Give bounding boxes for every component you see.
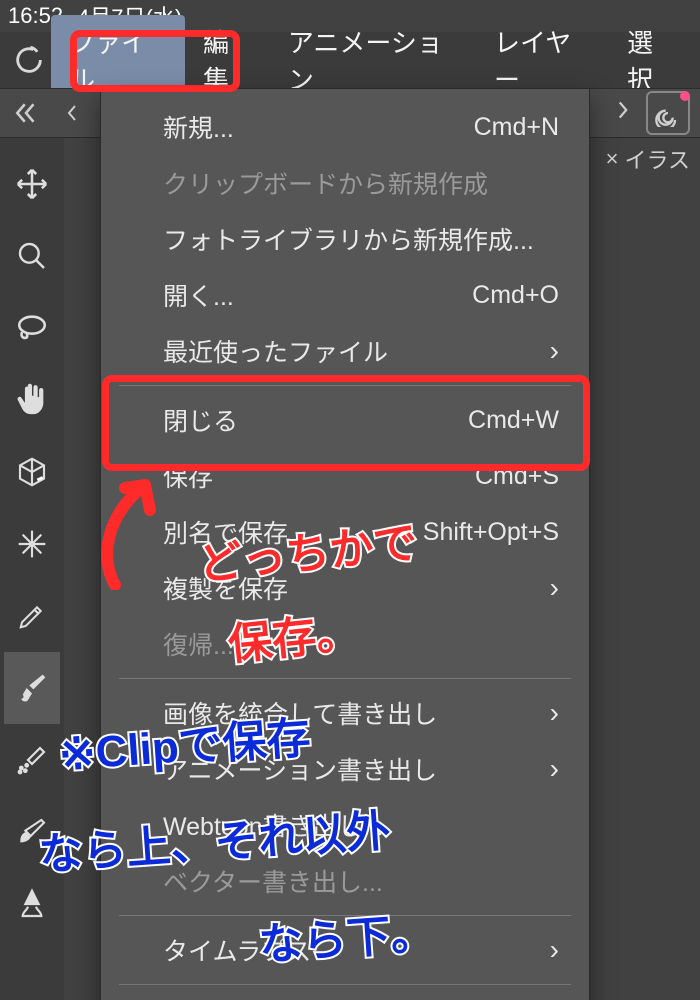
chevron-right-icon: ›: [550, 755, 559, 783]
dd-export-merged[interactable]: 画像を統合して書き出し ›: [101, 685, 589, 741]
dd-label: クリップボードから新規作成: [163, 165, 488, 201]
menu-layer-label: レイヤー: [494, 28, 571, 95]
dd-revert: 復帰...: [101, 616, 589, 672]
move-tool[interactable]: [4, 148, 60, 220]
chevron-right-icon: ›: [550, 936, 559, 964]
dd-new-from-photo[interactable]: フォトライブラリから新規作成...: [101, 211, 589, 267]
dd-shortcut: Cmd+N: [474, 113, 559, 142]
dd-save[interactable]: 保存 Cmd+S: [101, 448, 589, 504]
dd-export-animation[interactable]: アニメーション書き出し ›: [101, 741, 589, 797]
dd-separator: [119, 678, 571, 679]
paintbrush-tool[interactable]: [4, 796, 60, 868]
dd-label: 復帰...: [163, 626, 234, 662]
menu-select-label: 選択: [627, 28, 653, 95]
chevron-right-icon: ›: [550, 574, 559, 602]
pan-tool[interactable]: [4, 364, 60, 436]
dd-label: Webtoon書き出し...: [163, 807, 383, 843]
dd-new[interactable]: 新規... Cmd+N: [101, 99, 589, 155]
dd-open[interactable]: 開く... Cmd+O: [101, 267, 589, 323]
chevron-left-left-icon[interactable]: [6, 93, 46, 133]
dd-label: 閉じる: [163, 402, 238, 438]
dd-shortcut: Cmd+O: [472, 281, 559, 310]
dd-import[interactable]: 読み込み ›: [101, 991, 589, 1000]
menu-edit-label: 編集: [203, 28, 229, 95]
dd-export-webtoon[interactable]: Webtoon書き出し...: [101, 797, 589, 853]
dd-label: 別名で保存...: [163, 514, 309, 550]
dd-export-vector: ベクター書き出し...: [101, 853, 589, 909]
menu-file-label: ファイル: [69, 28, 147, 95]
chevron-right-icon: ›: [550, 699, 559, 727]
tool-sidebar: [0, 138, 64, 1000]
dd-close[interactable]: 閉じる Cmd+W: [101, 392, 589, 448]
ink-tool[interactable]: [4, 868, 60, 940]
chevron-left-icon[interactable]: [52, 93, 92, 133]
dd-label: 最近使ったファイル: [163, 333, 388, 369]
dd-save-as[interactable]: 別名で保存... Shift+Opt+S: [101, 504, 589, 560]
brush-tool[interactable]: [4, 652, 60, 724]
cube-tool[interactable]: [4, 436, 60, 508]
dd-label: タイムラプス: [163, 932, 311, 968]
menu-animation-label: アニメーション: [288, 28, 443, 95]
lasso-tool[interactable]: [4, 292, 60, 364]
dd-label: 保存: [163, 458, 213, 494]
app-logo-icon[interactable]: [6, 36, 51, 84]
dd-separator: [119, 385, 571, 386]
dd-shortcut: Cmd+W: [468, 406, 559, 435]
spiral-icon[interactable]: [646, 91, 690, 135]
dd-shortcut: Shift+Opt+S: [423, 518, 559, 547]
search-tool[interactable]: [4, 220, 60, 292]
dd-timelapse[interactable]: タイムラプス ›: [101, 922, 589, 978]
dd-label: 新規...: [163, 109, 234, 145]
file-dropdown: 新規... Cmd+N クリップボードから新規作成 フォトライブラリから新規作成…: [100, 88, 590, 1000]
pen-tool[interactable]: [4, 580, 60, 652]
dd-save-duplicate[interactable]: 複製を保存 ›: [101, 560, 589, 616]
dd-label: ベクター書き出し...: [163, 863, 383, 899]
chevron-right-icon[interactable]: [610, 97, 636, 130]
tab-close-icon[interactable]: ×: [606, 146, 619, 172]
dd-label: アニメーション書き出し: [163, 751, 437, 787]
airbrush-tool[interactable]: [4, 724, 60, 796]
document-tab[interactable]: × イラス: [596, 138, 700, 180]
dd-separator: [119, 915, 571, 916]
dd-separator: [119, 984, 571, 985]
dd-recent-files[interactable]: 最近使ったファイル ›: [101, 323, 589, 379]
dd-label: 開く...: [163, 277, 234, 313]
chevron-right-icon: ›: [550, 337, 559, 365]
tab-label: イラス: [624, 143, 690, 175]
dd-label: 画像を統合して書き出し: [163, 695, 437, 731]
dd-label: 複製を保存: [163, 570, 288, 606]
sparkle-tool[interactable]: [4, 508, 60, 580]
dd-shortcut: Cmd+S: [475, 462, 559, 491]
menu-bar: ファイル 編集 アニメーション レイヤー 選択: [0, 32, 700, 88]
dd-new-from-clipboard: クリップボードから新規作成: [101, 155, 589, 211]
dd-label: フォトライブラリから新規作成...: [163, 221, 534, 257]
